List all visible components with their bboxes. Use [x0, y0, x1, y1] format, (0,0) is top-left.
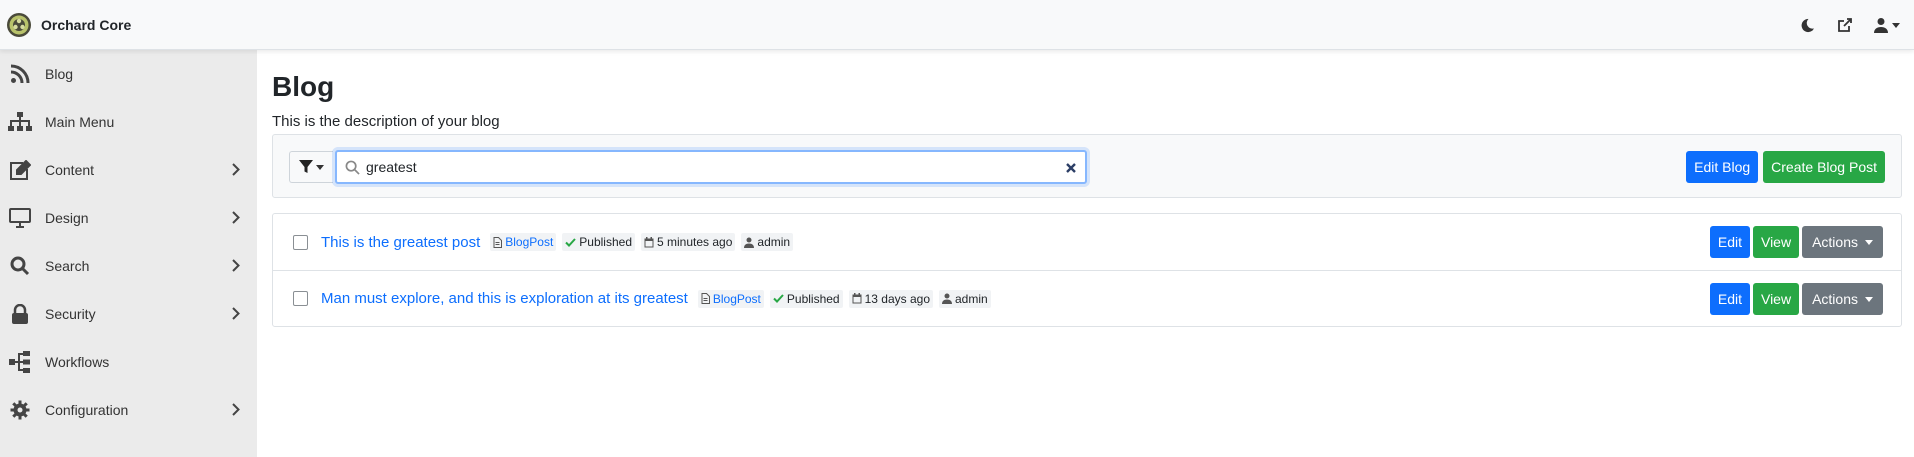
actions-dropdown-button[interactable]: Actions: [1802, 283, 1883, 315]
chevron-down-icon: [1865, 296, 1873, 302]
search-field[interactable]: [335, 150, 1087, 184]
clear-search-icon[interactable]: [1065, 161, 1077, 179]
workflow-icon: [0, 351, 40, 373]
modified-date: 13 days ago: [848, 289, 933, 308]
user-icon: [1874, 18, 1888, 33]
file-icon: [493, 236, 503, 248]
select-checkbox[interactable]: [293, 234, 308, 250]
file-icon: [701, 293, 710, 304]
sidebar-item-label: Content: [45, 162, 95, 178]
modified-date: 5 minutes ago: [641, 233, 736, 251]
lock-icon: [0, 304, 40, 324]
gear-icon: [0, 400, 40, 420]
sidebar: Blog Main Menu Content Design Search Sec…: [0, 50, 257, 457]
chevron-right-icon: [232, 211, 240, 224]
search-input[interactable]: [366, 159, 1046, 175]
sidebar-item-label: Workflows: [45, 354, 110, 370]
sidebar-item-configuration[interactable]: Configuration: [0, 386, 257, 434]
user-menu-button[interactable]: [1873, 17, 1900, 33]
sidebar-item-security[interactable]: Security: [0, 290, 257, 338]
actions-dropdown-button[interactable]: Actions: [1802, 226, 1883, 258]
sitemap-icon: [0, 112, 40, 132]
sidebar-item-search[interactable]: Search: [0, 242, 257, 290]
edit-icon: [0, 160, 40, 180]
view-button[interactable]: View: [1752, 283, 1800, 315]
sidebar-item-label: Main Menu: [45, 114, 115, 130]
post-title-link[interactable]: This is the greatest post: [321, 234, 480, 251]
create-blog-post-button[interactable]: Create Blog Post: [1763, 151, 1885, 183]
chevron-down-icon: [1892, 22, 1900, 28]
list-item: This is the greatest post BlogPost Publi…: [273, 214, 1901, 270]
external-link-icon[interactable]: [1835, 15, 1855, 35]
status-badge: Published: [769, 289, 843, 308]
chevron-right-icon: [232, 307, 240, 320]
content-type-badge[interactable]: BlogPost: [697, 289, 764, 308]
chevron-down-icon: [316, 164, 324, 170]
rss-icon: [0, 64, 40, 84]
chevron-right-icon: [232, 163, 240, 176]
calendar-icon: [644, 236, 654, 247]
brand-title: Orchard Core: [41, 16, 132, 33]
sidebar-item-label: Configuration: [45, 402, 129, 418]
sidebar-item-blog[interactable]: Blog: [0, 50, 257, 98]
status-badge: Published: [562, 233, 635, 251]
sidebar-item-design[interactable]: Design: [0, 194, 257, 242]
post-title-link[interactable]: Man must explore, and this is exploratio…: [321, 290, 688, 307]
filter-dropdown-button[interactable]: [289, 151, 333, 183]
top-navbar: Orchard Core: [0, 0, 1914, 50]
sidebar-item-label: Security: [45, 306, 96, 322]
monitor-icon: [0, 208, 40, 228]
filter-icon: [299, 160, 313, 173]
author-badge: admin: [741, 233, 794, 251]
sidebar-item-label: Search: [45, 258, 90, 274]
user-icon: [744, 237, 755, 248]
search-icon: [0, 256, 40, 276]
filter-bar: Edit Blog Create Blog Post: [272, 134, 1902, 198]
check-icon: [565, 237, 577, 247]
content-type-badge[interactable]: BlogPost: [490, 233, 557, 251]
edit-button[interactable]: Edit: [1709, 226, 1750, 258]
page-description: This is the description of your blog: [272, 113, 500, 130]
edit-button[interactable]: Edit: [1709, 283, 1750, 315]
orchard-logo-icon: [7, 12, 31, 37]
user-icon: [942, 293, 952, 304]
actions-label: Actions: [1812, 234, 1858, 250]
main-content: Blog This is the description of your blo…: [272, 50, 1902, 327]
sidebar-item-label: Blog: [45, 66, 74, 82]
chevron-down-icon: [1865, 239, 1873, 245]
actions-label: Actions: [1812, 291, 1858, 307]
view-button[interactable]: View: [1752, 226, 1800, 258]
author-badge: admin: [939, 289, 991, 308]
list-item: Man must explore, and this is exploratio…: [273, 270, 1901, 326]
sidebar-item-label: Design: [45, 210, 89, 226]
moon-icon[interactable]: [1797, 15, 1817, 35]
chevron-right-icon: [232, 403, 240, 416]
sidebar-item-main-menu[interactable]: Main Menu: [0, 98, 257, 146]
chevron-right-icon: [232, 259, 240, 272]
sidebar-item-workflows[interactable]: Workflows: [0, 338, 257, 386]
check-icon: [773, 294, 784, 303]
page-title: Blog: [272, 71, 335, 102]
content-items-list: This is the greatest post BlogPost Publi…: [272, 213, 1902, 327]
calendar-icon: [852, 293, 862, 304]
brand-link[interactable]: Orchard Core: [6, 12, 131, 38]
search-icon: [345, 160, 360, 175]
sidebar-item-content[interactable]: Content: [0, 146, 257, 194]
edit-blog-button[interactable]: Edit Blog: [1686, 151, 1759, 183]
select-checkbox[interactable]: [293, 291, 308, 306]
